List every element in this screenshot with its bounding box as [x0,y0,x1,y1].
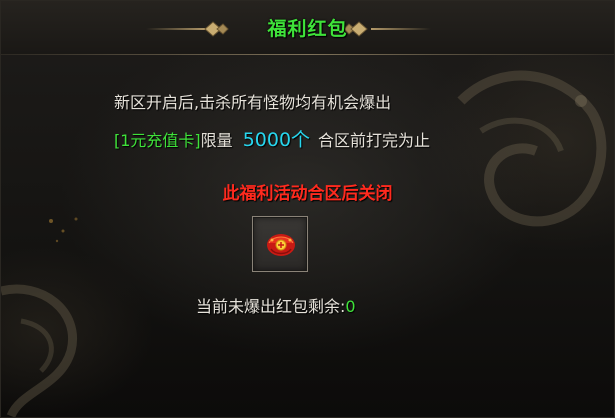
reward-item-slot[interactable] [252,216,308,272]
limit-suffix: 合区前打完为止 [318,131,431,150]
dragon-decoration-left [1,284,77,417]
event-panel: 福利红包 新区开启后,击杀所有怪物均有机会爆出 [1元充值卡]限量 5000个 合区… [0,0,615,418]
limit-line: [1元充值卡]限量 5000个 合区前打完为止 [114,125,430,152]
title-underline [1,54,614,55]
limit-quantity: 5000个 [242,129,311,151]
limit-label: 限量 [200,131,233,150]
dragon-decoration-right [457,70,607,227]
drop-description: 新区开启后,击杀所有怪物均有机会爆出 [114,93,392,112]
event-close-warning: 此福利活动合区后关闭 [222,184,393,204]
ember-decoration [49,217,78,243]
remaining-value: 0 [345,297,356,316]
remaining-label: 当前未爆出红包剩余: [196,297,346,316]
red-envelope-icon [267,234,295,256]
panel-title: 福利红包 [267,18,348,40]
card-name: [1元充值卡] [114,131,201,150]
remaining-count-line: 当前未爆出红包剩余:0 [196,293,356,317]
